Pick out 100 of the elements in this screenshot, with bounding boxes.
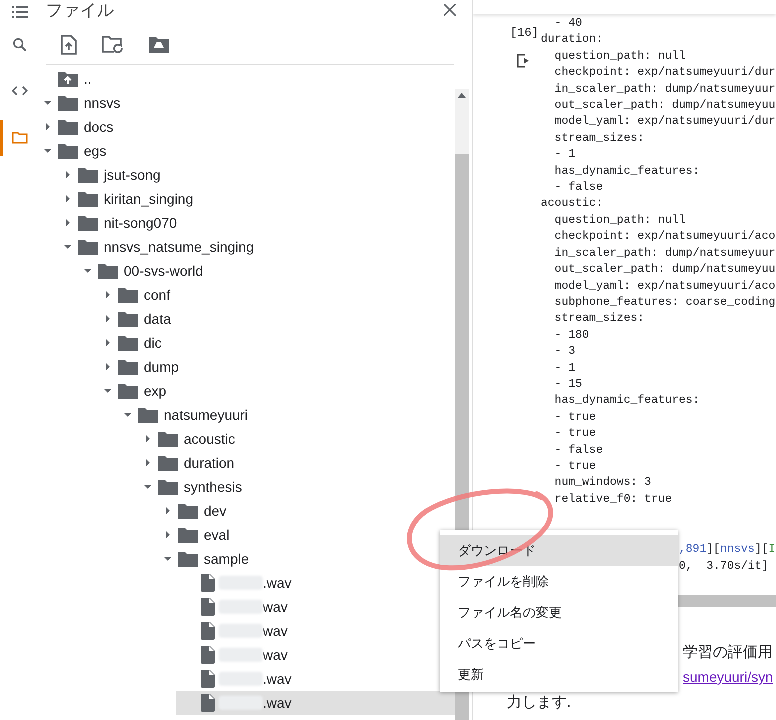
file-tree-row[interactable]: data [96, 307, 455, 331]
code-line: has_dynamic_features: [554, 164, 701, 180]
code-line: duration: [541, 32, 604, 48]
caret-right-icon[interactable] [43, 122, 53, 132]
caret-down-icon[interactable] [83, 266, 93, 276]
file-tree-row[interactable]: docs [36, 115, 455, 139]
folder-icon [118, 383, 138, 399]
file-tree-row[interactable]: synthesis [136, 475, 455, 499]
drive-folder-icon[interactable] [149, 37, 169, 53]
caret-down-icon[interactable] [143, 482, 153, 492]
caret-right-icon[interactable] [163, 506, 173, 516]
caret-down-icon[interactable] [103, 386, 113, 396]
panel-title: ファイル [46, 0, 114, 22]
file-tree-row[interactable]: nnsvs_natsume_singing [56, 235, 455, 259]
scroll-up-icon[interactable] [458, 93, 466, 98]
caret-down-icon[interactable] [163, 554, 173, 564]
folder-icon [118, 335, 138, 351]
folder-icon [158, 455, 178, 471]
folder-icon [58, 143, 78, 159]
file-tree-row[interactable]: exp [96, 379, 455, 403]
folder-icon [158, 431, 178, 447]
code-line: - true [554, 458, 598, 475]
file-name: nnsvs [84, 95, 121, 111]
folder-icon [58, 95, 78, 111]
file-tree-row[interactable]: 00-svs-world [76, 259, 455, 283]
file-tree-row[interactable]: kiritan_singing [56, 187, 455, 211]
file-tree-row[interactable]: acoustic [136, 427, 455, 451]
file-tree-row[interactable]: nit-song070 [56, 211, 455, 235]
code-line: checkpoint: exp/natsumeyuuri/aco [554, 229, 776, 246]
code-line: out_scaler_path: dump/natsumeyuu [554, 262, 776, 278]
file-tree-row[interactable]: egs [36, 139, 455, 163]
code-line: stream_sizes: [554, 130, 646, 147]
caret-right-icon[interactable] [63, 218, 73, 228]
caret-right-icon[interactable] [63, 170, 73, 180]
code-line: has_dynamic_features: [554, 393, 701, 410]
file-name: eval [204, 527, 230, 543]
code-line: - false [554, 442, 604, 459]
caret-right-icon[interactable] [143, 458, 153, 468]
file-tree-row[interactable]: .. [36, 67, 455, 91]
folder-icon [12, 132, 28, 144]
folder-icon [118, 287, 138, 303]
folder-icon [78, 239, 98, 255]
file-tree-row[interactable]: dev [156, 499, 455, 523]
caret-right-icon[interactable] [163, 530, 173, 540]
file-name: nit-song070 [104, 215, 178, 231]
caret-down-icon[interactable] [63, 242, 73, 252]
file-name: wav [263, 599, 288, 615]
caret-right-icon[interactable] [63, 194, 73, 204]
file-tree-row[interactable]: dump [96, 355, 455, 379]
file-icon [201, 670, 215, 688]
file-icon [201, 574, 215, 592]
file-name: acoustic [184, 431, 236, 447]
code-line: question_path: null [554, 48, 687, 65]
file-name: nnsvs_natsume_singing [104, 239, 254, 255]
file-tree-row[interactable]: dic [96, 331, 455, 355]
caret-right-icon[interactable] [103, 290, 113, 300]
folder-icon [178, 503, 198, 519]
caret-right-icon[interactable] [103, 338, 113, 348]
file-name: natsumeyuuri [164, 407, 248, 423]
folder-icon [98, 263, 118, 279]
caret-right-icon[interactable] [103, 314, 113, 324]
file-tree-row[interactable]: duration [136, 451, 455, 475]
search-icon [12, 38, 26, 52]
caret-down-icon[interactable] [123, 410, 133, 420]
folder-icon [118, 359, 138, 375]
file-tree-row[interactable]: nnsvs [36, 91, 455, 115]
caret-right-icon[interactable] [143, 434, 153, 444]
code-line: - 1 [554, 147, 577, 164]
file-name: .wav [263, 695, 292, 711]
code-line: model_yaml: exp/natsumeyuuri/aco [554, 278, 776, 294]
code-line: - true [554, 410, 598, 426]
file-tree-row[interactable]: conf [96, 283, 455, 307]
file-tree-row[interactable]: jsut-song [56, 163, 455, 187]
file-upload-icon[interactable] [61, 35, 77, 55]
file-name: .wav [263, 575, 292, 591]
folder-icon [78, 215, 98, 231]
code-line: question_path: null [554, 212, 687, 229]
caret-down-icon[interactable] [43, 98, 53, 108]
folder-icon [118, 311, 138, 327]
link[interactable]: sumeyuuri/syn [683, 669, 774, 685]
execution-count: [16] [510, 26, 539, 40]
file-name: wav [263, 623, 288, 639]
folder-icon [58, 119, 78, 135]
caret-right-icon[interactable] [103, 362, 113, 372]
folder-refresh-icon[interactable] [102, 36, 124, 54]
menu-item[interactable]: ダウンロード [440, 535, 678, 566]
caret-down-icon[interactable] [43, 146, 53, 156]
code-line: - 1 [554, 360, 577, 377]
folder-icon [138, 407, 158, 423]
folder-icon [178, 551, 198, 567]
folder-icon [78, 191, 98, 207]
code-line: subphone_features: coarse_coding [554, 294, 776, 311]
file-tree-row[interactable]: .wav [176, 691, 455, 715]
output-icon[interactable] [517, 54, 531, 68]
close-icon[interactable] [444, 4, 456, 16]
file-tree-row[interactable]: natsumeyuuri [116, 403, 455, 427]
code-icon [12, 86, 28, 96]
file-name: dev [204, 503, 227, 519]
file-name: kiritan_singing [104, 191, 194, 207]
code-line: in_scaler_path: dump/natsumeyuur [554, 82, 776, 98]
